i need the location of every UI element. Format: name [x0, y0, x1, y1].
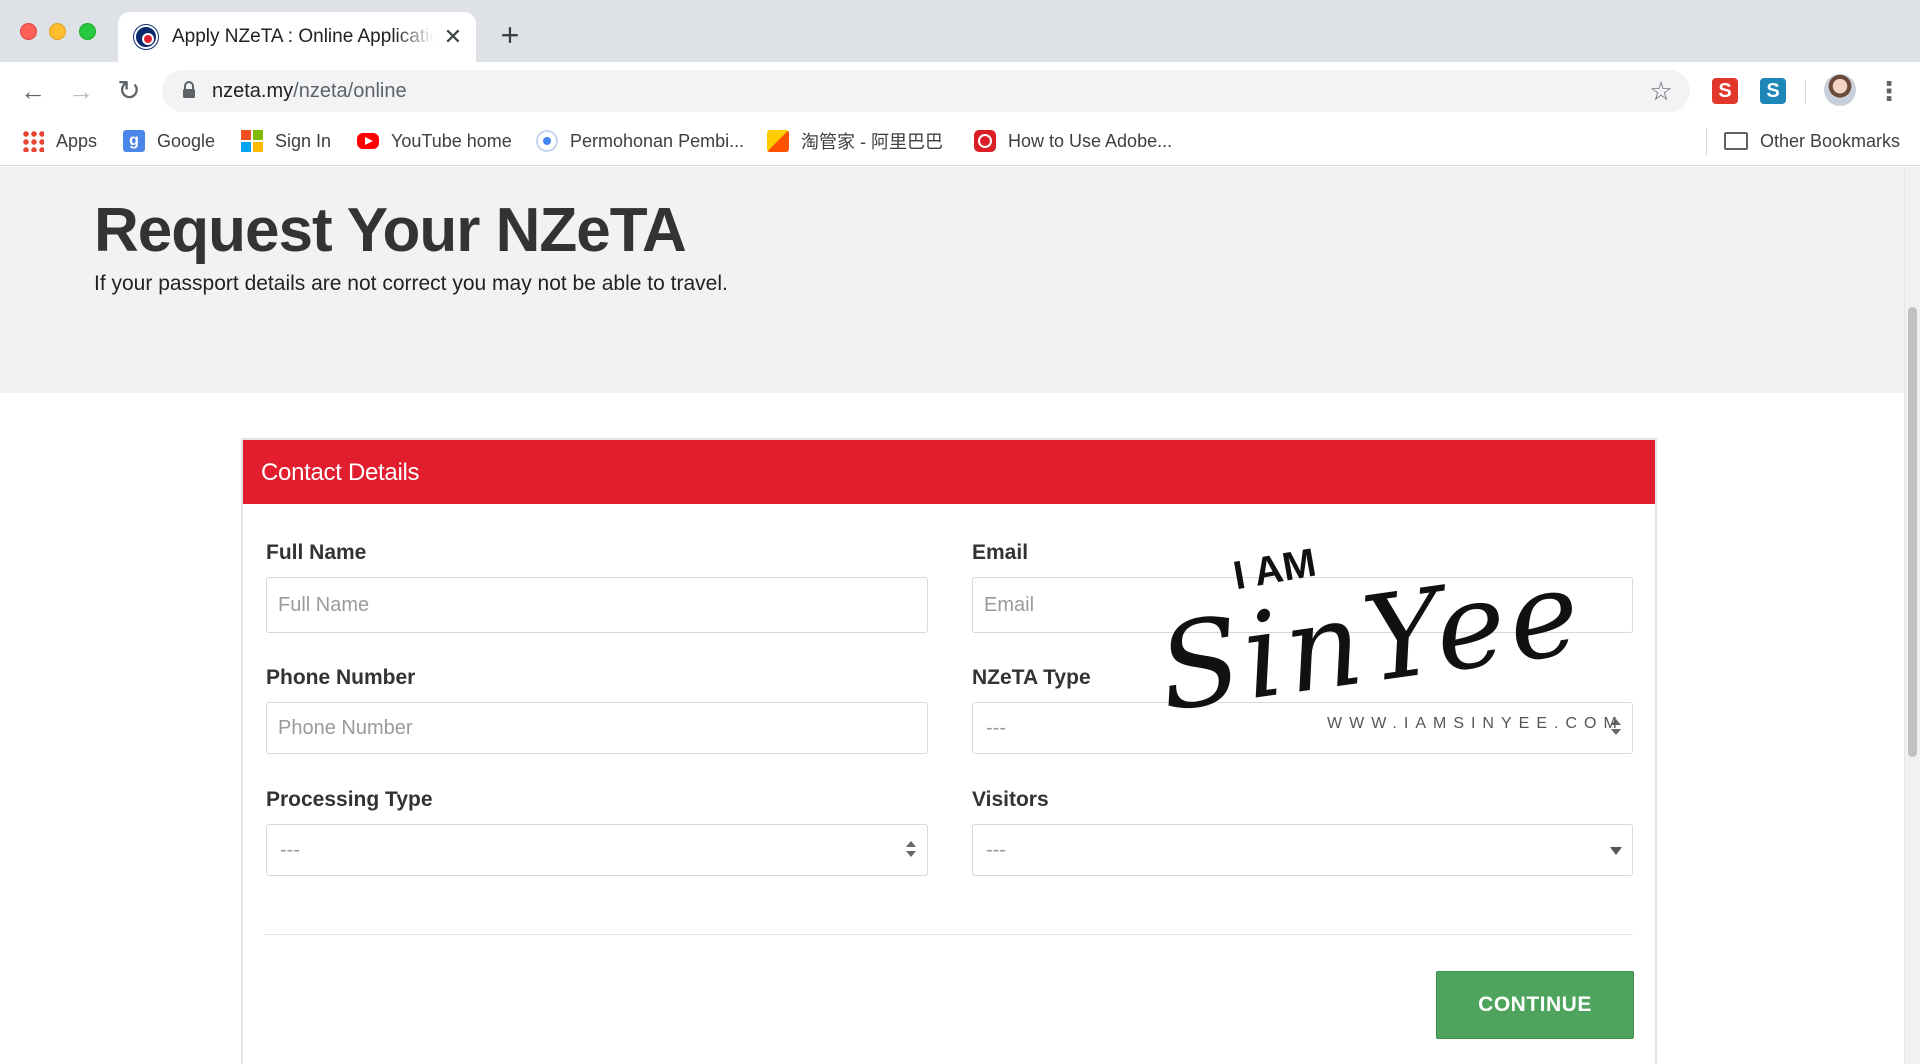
bookmark-google[interactable]: g Google	[123, 127, 215, 155]
section-title: Contact Details	[261, 459, 420, 486]
up-down-arrows-icon	[1610, 715, 1622, 741]
email-input[interactable]	[972, 577, 1633, 633]
bookmark-label: YouTube home	[391, 130, 512, 151]
nzeta-type-label: NZeTA Type	[972, 666, 1091, 689]
bookmark-sign-in[interactable]: Sign In	[241, 127, 331, 155]
extension-s-blue-icon[interactable]: S	[1760, 78, 1786, 104]
nzeta-type-select[interactable]: ---	[972, 702, 1633, 754]
bookmark-label: Google	[157, 130, 216, 151]
close-window-button[interactable]	[20, 23, 37, 40]
processing-type-select[interactable]: ---	[266, 824, 928, 876]
bookmark-other[interactable]: Other Bookmarks	[1724, 127, 1900, 155]
bookmark-label: Other Bookmarks	[1760, 130, 1901, 151]
visitors-label: Visitors	[972, 788, 1049, 811]
bookmark-label: Sign In	[275, 130, 332, 151]
bookmark-label: How to Use Adobe...	[1008, 130, 1173, 151]
visitors-value: ---	[986, 839, 1006, 861]
bookmarks-bar: Apps g Google Sign In YouTube home Permo…	[0, 118, 1920, 166]
google-icon: g	[123, 130, 145, 152]
phone-number-input[interactable]	[266, 702, 928, 754]
url-text[interactable]: nzeta.my/nzeta/online	[212, 80, 407, 103]
processing-type-value: ---	[280, 839, 300, 861]
folder-icon	[1724, 132, 1748, 150]
profile-avatar[interactable]	[1824, 74, 1856, 106]
scrollbar-thumb[interactable]	[1908, 307, 1917, 757]
new-tab-button[interactable]: +	[494, 19, 526, 52]
full-name-input[interactable]	[266, 577, 928, 633]
bookmarks-divider	[1706, 128, 1707, 156]
minimize-window-button[interactable]	[49, 23, 66, 40]
bookmark-apps[interactable]: Apps	[22, 127, 97, 155]
hero-banner: Request Your NZeTA If your passport deta…	[0, 167, 1904, 393]
bookmark-label: 淘管家 - 阿里巴巴	[801, 132, 943, 152]
nzeta-type-value: ---	[986, 717, 1006, 739]
form-divider	[265, 934, 1633, 935]
bookmark-taobao[interactable]: 淘管家 - 阿里巴巴	[767, 127, 943, 155]
bookmark-adobe[interactable]: How to Use Adobe...	[974, 127, 1172, 155]
taobao-icon	[767, 130, 789, 152]
extension-s-red-icon[interactable]: S	[1712, 78, 1738, 104]
chevron-down-icon	[1610, 847, 1622, 855]
kebab-menu-icon[interactable]: ⋮	[1876, 74, 1902, 108]
tab-strip: Apply NZeTA : Online Application ✕ +	[0, 0, 1920, 62]
page-subtitle: If your passport details are not correct…	[94, 272, 728, 295]
tab-close-icon[interactable]: ✕	[440, 24, 466, 50]
page-scrollbar[interactable]	[1904, 167, 1920, 1064]
microsoft-icon	[241, 130, 263, 152]
contact-details-card: Contact Details Full Name Phone Number P…	[241, 438, 1657, 1064]
email-label: Email	[972, 541, 1029, 564]
page-content: Request Your NZeTA If your passport deta…	[0, 167, 1904, 1064]
reload-icon[interactable]: ↻	[112, 74, 146, 108]
phone-number-label: Phone Number	[266, 666, 416, 689]
full-name-label: Full Name	[266, 541, 367, 564]
youtube-icon	[357, 133, 379, 149]
lock-icon	[183, 81, 195, 98]
url-domain: nzeta.my	[212, 80, 294, 102]
active-tab[interactable]: Apply NZeTA : Online Application ✕	[118, 12, 476, 62]
address-bar[interactable]: nzeta.my/nzeta/online ☆	[162, 70, 1690, 112]
bookmark-label: Apps	[56, 130, 98, 151]
url-path: /nzeta/online	[293, 80, 407, 102]
page-title: Request Your NZeTA	[94, 196, 687, 265]
bookmark-permohonan[interactable]: Permohonan Pembi...	[536, 127, 744, 155]
forward-arrow-icon[interactable]: →	[64, 74, 98, 108]
browser-toolbar: ← → ↻ nzeta.my/nzeta/online ☆ S S ⋮	[0, 62, 1920, 118]
processing-type-label: Processing Type	[266, 788, 433, 811]
apps-grid-icon	[22, 130, 44, 152]
up-down-arrows-icon	[905, 837, 917, 863]
back-arrow-icon[interactable]: ←	[16, 74, 50, 108]
card-header: Contact Details	[243, 440, 1655, 504]
bookmark-youtube[interactable]: YouTube home	[357, 127, 512, 155]
maximize-window-button[interactable]	[79, 23, 96, 40]
bookmark-star-icon[interactable]: ☆	[1646, 76, 1676, 106]
nz-roundel-icon	[134, 25, 158, 49]
adobe-icon	[974, 130, 996, 152]
bookmark-label: Permohonan Pembi...	[570, 130, 745, 151]
chrome-icon	[536, 130, 558, 152]
visitors-select[interactable]: ---	[972, 824, 1633, 876]
tab-title: Apply NZeTA : Online Application	[172, 26, 434, 47]
continue-button[interactable]: CONTINUE	[1436, 971, 1634, 1039]
toolbar-divider	[1805, 80, 1806, 104]
